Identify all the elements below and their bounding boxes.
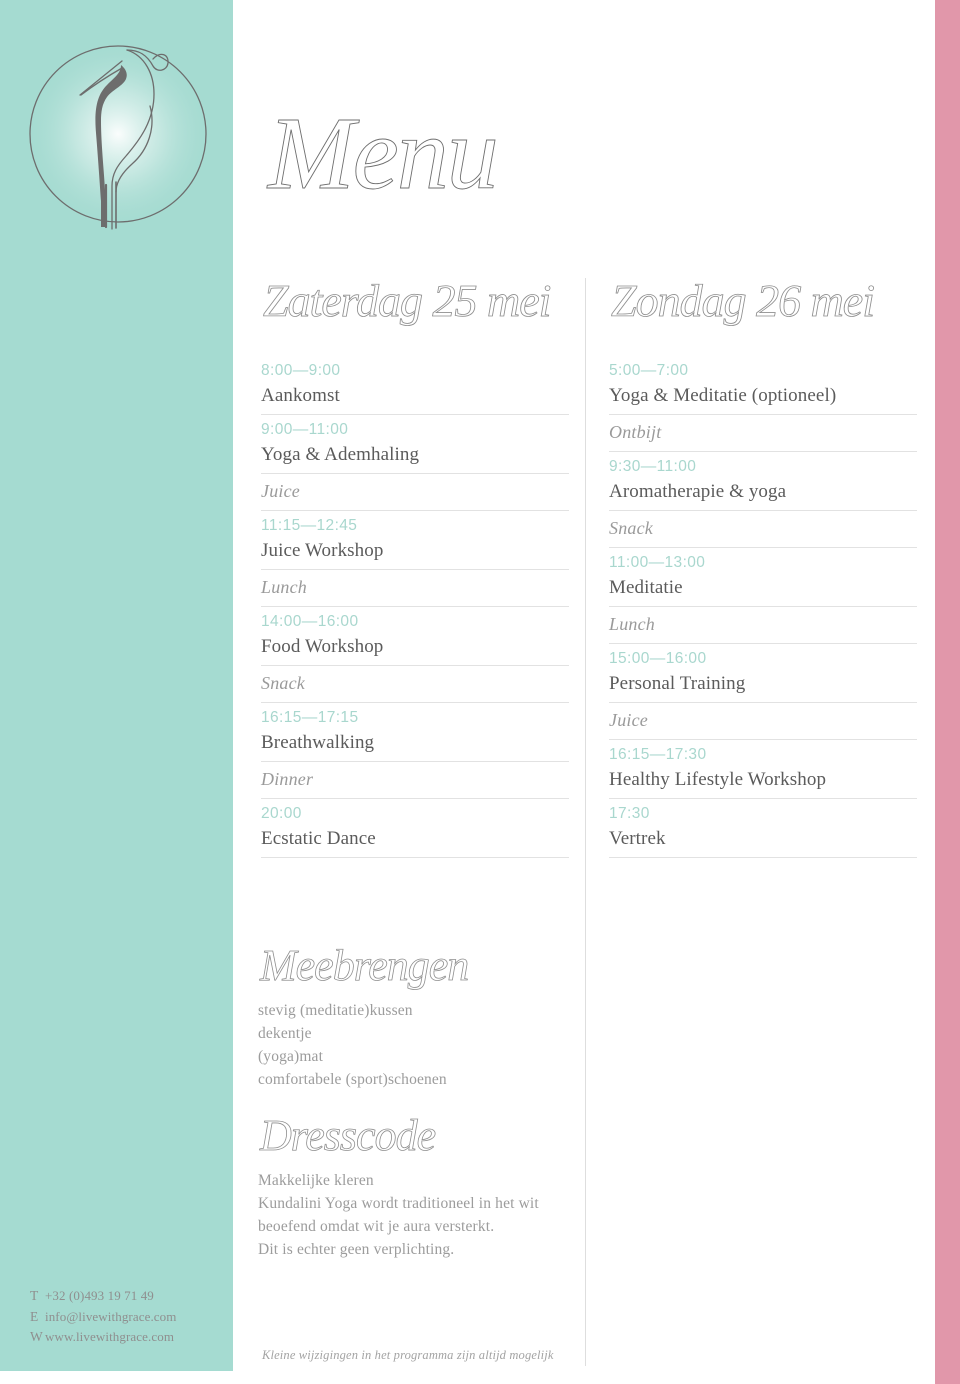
row-meal-label: Juice [261, 480, 300, 501]
dresscode-lines: Makkelijke kleren Kundalini Yoga wordt t… [258, 1170, 588, 1262]
row-meal-label: Ontbijt [609, 421, 662, 442]
dresscode-line: beoefend omdat wit je aura versterkt. [258, 1217, 495, 1235]
schedule-row: 16:15—17:30 Healthy Lifestyle Workshop [609, 740, 917, 799]
row-activity: Healthy Lifestyle Workshop [609, 769, 827, 791]
footer-disclaimer: Kleine wijzigingen in het programma zijn… [262, 1348, 554, 1362]
schedule-row: 11:00—13:00 Meditatie [609, 548, 917, 607]
schedule-row-meal: Juice [609, 703, 917, 740]
row-activity: Meditatie [609, 577, 683, 599]
row-meal-label: Dinner [261, 768, 314, 789]
schedule-list-saturday: 8:00—9:00 Aankomst 9:00—11:00 Yoga & Ade… [261, 356, 569, 858]
contact-phone: T +32 (0)493 19 71 49 [30, 1286, 177, 1307]
contact-website-value[interactable]: www.livewithgrace.com [45, 1329, 174, 1344]
row-activity: Yoga & Meditatie (optioneel) [609, 385, 837, 407]
schedule-row: 20:00 Ecstatic Dance [261, 799, 569, 858]
schedule-row: 11:15—12:45 Juice Workshop [261, 511, 569, 570]
day-heading-sunday: Zondag 26 mei [609, 272, 917, 334]
row-time: 8:00—9:00 [261, 362, 341, 379]
menu-page: Menu Zaterdag 25 mei 8:00—9:00 Aankomst … [0, 0, 960, 1384]
row-meal-label: Snack [261, 672, 305, 693]
contact-phone-label: T [30, 1288, 39, 1303]
contact-email[interactable]: Einfo@livewithgrace.com [30, 1307, 177, 1328]
bring-item: comfortabele (sport)schoenen [258, 1070, 447, 1088]
page-title: Menu [262, 88, 562, 218]
bring-heading: Meebrengen [258, 938, 588, 996]
schedule-row: 8:00—9:00 Aankomst [261, 356, 569, 415]
schedule-list-sunday: 5:00—7:00 Yoga & Meditatie (optioneel) O… [609, 356, 917, 858]
day-heading-saturday: Zaterdag 25 mei [261, 272, 569, 334]
row-activity: Personal Training [609, 673, 746, 695]
bring-item: (yoga)mat [258, 1047, 324, 1065]
row-time: 11:00—13:00 [609, 553, 706, 571]
bring-section: Meebrengen stevig (meditatie)kussen deke… [258, 938, 588, 1092]
footer-contact: T +32 (0)493 19 71 49 Einfo@livewithgrace… [30, 1286, 177, 1348]
schedule-row: 14:00—16:00 Food Workshop [261, 607, 569, 666]
schedule-row-meal: Lunch [261, 570, 569, 607]
row-time: 14:00—16:00 [261, 612, 359, 630]
page-title-text: Menu [266, 96, 497, 211]
row-activity: Aromatherapie & yoga [609, 481, 787, 503]
dresscode-line: Dit is echter geen verplichting. [258, 1240, 455, 1258]
row-time: 9:30—11:00 [609, 457, 697, 475]
row-activity: Ecstatic Dance [261, 828, 376, 850]
row-time: 16:15—17:15 [261, 708, 359, 726]
contact-email-value[interactable]: info@livewithgrace.com [45, 1309, 177, 1324]
bring-item: dekentje [258, 1024, 312, 1042]
contact-email-label: E [30, 1308, 39, 1324]
dresscode-heading-text: Dresscode [259, 1111, 436, 1160]
row-activity: Aankomst [261, 385, 340, 407]
bring-items: stevig (meditatie)kussen dekentje (yoga)… [258, 1000, 588, 1092]
schedule-row: 9:30—11:00 Aromatherapie & yoga [609, 452, 917, 511]
row-activity: Breathwalking [261, 732, 375, 754]
dresscode-section: Dresscode Makkelijke kleren Kundalini Yo… [258, 1108, 588, 1262]
schedule-row-meal: Snack [261, 666, 569, 703]
schedule-row: 9:00—11:00 Yoga & Ademhaling [261, 415, 569, 474]
row-time: 9:00—11:00 [261, 420, 349, 438]
bring-heading-text: Meebrengen [259, 941, 468, 990]
row-activity: Food Workshop [261, 636, 384, 658]
schedule-row: 5:00—7:00 Yoga & Meditatie (optioneel) [609, 356, 917, 415]
schedule-row-meal: Juice [261, 474, 569, 511]
dresscode-line: Kundalini Yoga wordt traditioneel in het… [258, 1194, 539, 1212]
row-meal-label: Lunch [609, 613, 655, 634]
row-meal-label: Juice [609, 709, 648, 730]
row-time: 15:00—16:00 [609, 649, 707, 667]
row-meal-label: Lunch [261, 576, 307, 597]
contact-phone-value: +32 (0)493 19 71 49 [45, 1288, 154, 1303]
row-time: 11:15—12:45 [261, 516, 358, 534]
row-activity: Juice Workshop [261, 540, 384, 562]
dresscode-line: Makkelijke kleren [258, 1172, 374, 1189]
schedule-row-meal: Lunch [609, 607, 917, 644]
row-time: 16:15—17:30 [609, 745, 707, 763]
right-pink-strip [935, 0, 960, 1384]
schedule-row-meal: Ontbijt [609, 415, 917, 452]
row-activity: Vertrek [609, 828, 666, 850]
day-heading-sunday-text: Zondag 26 mei [611, 275, 874, 326]
schedule-row: 16:15—17:15 Breathwalking [261, 703, 569, 762]
row-time: 20:00 [261, 804, 302, 822]
row-activity: Yoga & Ademhaling [261, 444, 420, 466]
schedule-row-meal: Snack [609, 511, 917, 548]
contact-website[interactable]: Wwww.livewithgrace.com [30, 1327, 177, 1348]
schedule-row: 15:00—16:00 Personal Training [609, 644, 917, 703]
dresscode-heading: Dresscode [258, 1108, 588, 1166]
contact-website-label: W [30, 1329, 43, 1345]
row-meal-label: Snack [609, 517, 653, 538]
schedule-row-meal: Dinner [261, 762, 569, 799]
day-heading-saturday-text: Zaterdag 25 mei [263, 275, 551, 326]
day-column-saturday: Zaterdag 25 mei 8:00—9:00 Aankomst 9:00—… [261, 272, 569, 858]
bring-item: stevig (meditatie)kussen [258, 1002, 413, 1019]
row-time: 17:30 [609, 804, 650, 822]
schedule-row: 17:30 Vertrek [609, 799, 917, 858]
day-column-sunday: Zondag 26 mei 5:00—7:00 Yoga & Meditatie… [609, 272, 917, 858]
heron-circle-logo-icon [22, 16, 220, 240]
row-time: 5:00—7:00 [609, 362, 689, 379]
